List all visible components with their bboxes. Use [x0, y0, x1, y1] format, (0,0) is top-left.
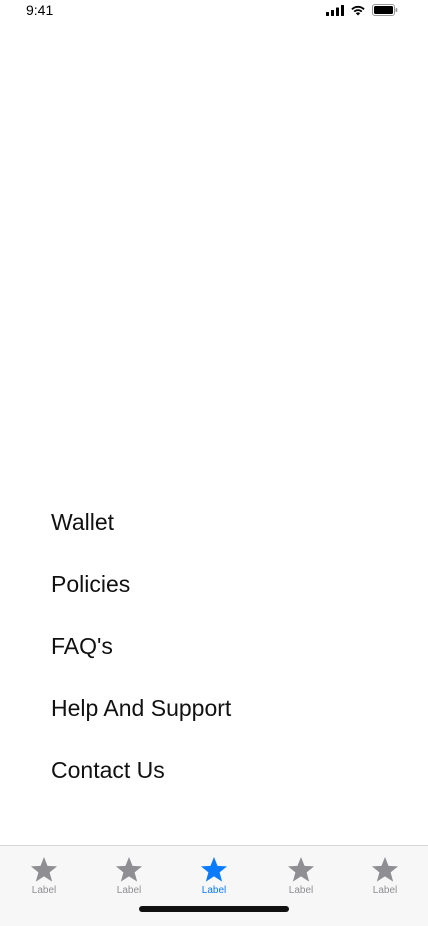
star-icon — [14, 856, 74, 884]
menu-item-policies[interactable]: Policies — [51, 566, 391, 628]
star-icon — [99, 856, 159, 884]
tab-2[interactable]: Label — [99, 856, 159, 906]
status-time: 9:41 — [26, 2, 54, 18]
star-icon — [184, 856, 244, 884]
tab-1[interactable]: Label — [14, 856, 74, 906]
menu-item-label: Contact Us — [51, 757, 165, 783]
tab-4[interactable]: Label — [271, 856, 331, 906]
menu-item-label: Policies — [51, 571, 131, 597]
menu-item-help-and-support[interactable]: Help And Support — [51, 690, 391, 752]
tab-5[interactable]: Label — [355, 856, 415, 906]
tab-label: Label — [288, 885, 314, 896]
star-icon — [355, 856, 415, 884]
menu-item-label: Help And Support — [51, 695, 232, 721]
menu-item-contact-us[interactable]: Contact Us — [51, 752, 391, 814]
tab-3[interactable]: Label — [184, 856, 244, 906]
home-indicator[interactable] — [139, 906, 289, 912]
menu-item-label: FAQ's — [51, 633, 113, 659]
tab-label: Label — [116, 885, 142, 896]
tab-label: Label — [201, 885, 227, 896]
menu-item-faqs[interactable]: FAQ's — [51, 628, 391, 690]
battery-icon — [372, 4, 398, 16]
status-bar: 9:41 — [0, 0, 428, 22]
menu-item-wallet[interactable]: Wallet — [51, 504, 391, 566]
star-icon — [271, 856, 331, 884]
tab-bar: Label Label Label Label Label — [0, 845, 428, 926]
wifi-icon — [350, 5, 366, 16]
tab-label: Label — [372, 885, 398, 896]
tab-label: Label — [31, 885, 57, 896]
screen: 9:41 Wallet Policies FAQ's Help And Supp… — [0, 0, 428, 926]
menu-list: Wallet Policies FAQ's Help And Support C… — [51, 504, 391, 814]
status-icons — [326, 4, 398, 16]
signal-icon — [326, 4, 344, 16]
menu-item-label: Wallet — [51, 509, 115, 535]
